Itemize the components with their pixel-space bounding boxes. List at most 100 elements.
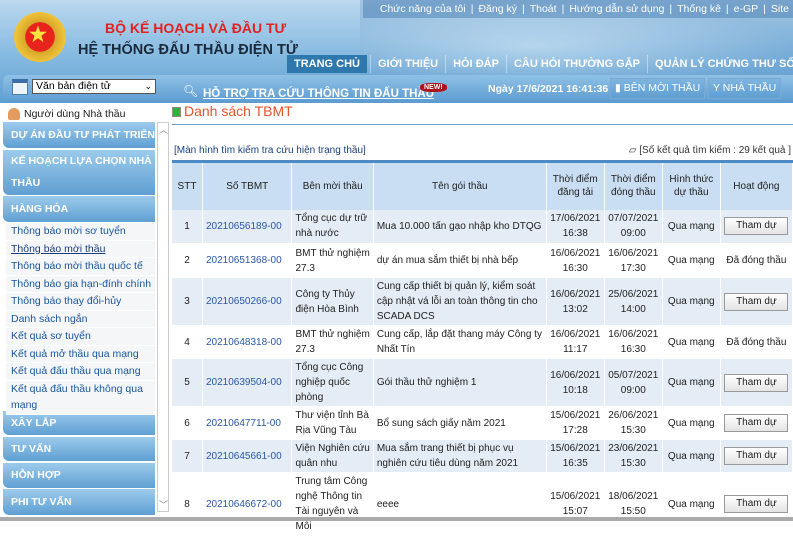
- sidebar-category[interactable]: TƯ VẤN: [3, 437, 155, 461]
- separator: |: [521, 3, 525, 15]
- join-bid-button[interactable]: Tham dự: [724, 447, 789, 465]
- join-bid-button[interactable]: Tham dự: [724, 414, 789, 432]
- posted-time-cell: 15/06/2021 15:07: [546, 472, 605, 536]
- row-number-cell: 1: [172, 209, 203, 244]
- top-link[interactable]: Thống kê: [677, 3, 721, 15]
- procuring-entity-label: BÊN MỜI THẦU: [623, 82, 701, 94]
- bid-form: Qua mạng: [667, 220, 715, 232]
- sidebar-category[interactable]: HỖN HỢP: [3, 463, 155, 488]
- top-link[interactable]: e-GP: [734, 3, 759, 15]
- main-content: Danh sách TBMT [Màn hình tìm kiếm tra cứ…: [172, 103, 793, 536]
- separator: |: [669, 3, 673, 15]
- table-row: 1 20210656189-00 Tổng cục dự trữ nhà nước M…: [172, 209, 793, 244]
- action-cell: Đã đóng thầu: [720, 243, 793, 278]
- procuring-entity-cell: Tổng cục Công nghiệp quốc phòng: [291, 358, 374, 407]
- sidebar-item[interactable]: Thông báo mời thầu: [6, 240, 155, 258]
- top-link[interactable]: Đăng ký: [478, 3, 517, 15]
- row-number: 2: [184, 255, 190, 266]
- sidebar-item[interactable]: Thông báo thay đổi-hủy: [6, 293, 155, 311]
- tender-id-link[interactable]: 20210650266-00: [206, 296, 282, 307]
- tender-id-link-cell: 20210639504-00: [202, 358, 293, 407]
- sidebar-item[interactable]: Kết quả sơ tuyển: [6, 328, 155, 346]
- sidebar-category[interactable]: KẾ HOẠCH LỰA CHỌN NHÀ THẦU: [3, 150, 155, 195]
- sidebar-scrollbar[interactable]: ︿ ﹀: [157, 122, 169, 512]
- scroll-down-icon[interactable]: ﹀: [159, 498, 168, 511]
- sidebar: Người dùng Nhà thầu DỰ ÁN ĐẦU TƯ PHÁT TR…: [0, 105, 170, 521]
- tender-id-link[interactable]: 20210646672-00: [206, 499, 282, 510]
- package-name: dự án mua sắm thiết bị nhà bếp: [376, 255, 519, 266]
- table-row: 3 20210650266-00 Công ty Thủy điện Hòa Bìn…: [172, 277, 793, 326]
- posted-time-cell: 16/06/2021 10:18: [546, 358, 605, 407]
- tender-id-link-cell: 20210656189-00: [202, 209, 293, 244]
- arrow-icon: [172, 107, 181, 117]
- tender-id-link-cell: 20210648318-00: [202, 325, 293, 359]
- tender-id-link[interactable]: 20210639504-00: [206, 377, 282, 388]
- sidebar-category[interactable]: DỰ ÁN ĐẦU TƯ PHÁT TRIỂN: [3, 122, 155, 148]
- tender-id-link[interactable]: 20210651368-00: [206, 255, 282, 266]
- row-number-cell: 2: [172, 243, 203, 278]
- top-link[interactable]: Hướng dẫn sử dụng: [569, 3, 664, 15]
- tender-id-link[interactable]: 20210656189-00: [206, 221, 282, 232]
- nav-tab[interactable]: HỎI ĐÁP: [445, 55, 506, 73]
- package-name: eeee: [376, 498, 400, 510]
- bidder-button[interactable]: Y NHÀ THẦU: [708, 78, 782, 99]
- nav-tab[interactable]: TRANG CHỦ: [287, 55, 367, 73]
- join-bid-button[interactable]: Tham dự: [724, 292, 789, 311]
- procuring-entity: Tổng cục Công nghiệp quốc phòng: [295, 362, 364, 403]
- closing-time-cell: 16/06/2021 16:30: [604, 325, 663, 359]
- document-select[interactable]: Văn bản điện tử ⌄: [32, 79, 156, 94]
- search-screen-link[interactable]: [Màn hình tìm kiếm tra cứu hiện trạng th…: [174, 145, 366, 156]
- row-number: 4: [184, 336, 190, 348]
- org-name: BỘ KẾ HOẠCH VÀ ĐẦU TƯ: [105, 20, 287, 36]
- bidder-icon: Y: [713, 82, 723, 94]
- procuring-entity: Viện Nghiên cứu quân nhu: [295, 443, 370, 469]
- nav-tab[interactable]: CÂU HỎI THƯỜNG GẶP: [505, 55, 647, 73]
- sidebar-item[interactable]: Thông báo gia hạn-đính chính: [6, 275, 155, 293]
- user-name: Người dùng Nhà thầu: [24, 108, 126, 120]
- closing-time-cell: 18/06/2021 15:50: [604, 472, 663, 536]
- sidebar-category[interactable]: HÀNG HÓA: [3, 196, 155, 222]
- bid-form: Qua mạng: [667, 417, 715, 429]
- closing-time: 23/06/2021 15:30: [608, 443, 659, 469]
- nav-tab[interactable]: GIỚI THIỆU: [370, 55, 445, 73]
- scroll-up-icon[interactable]: ︿: [159, 123, 168, 136]
- package-name: Mua 10.000 tấn gạo nhập kho DTQG: [376, 220, 542, 232]
- sidebar-item[interactable]: Danh sách ngắn: [6, 310, 155, 328]
- separator: |: [470, 3, 474, 15]
- procuring-entity-cell: Trung tâm Công nghệ Thông tin Tài nguyên…: [291, 472, 374, 536]
- sidebar-category[interactable]: PHI TƯ VẤN: [3, 489, 155, 515]
- procuring-entity: Thư viện tỉnh Bà Rịa Vũng Tàu: [295, 410, 369, 436]
- join-bid-button[interactable]: Tham dự: [724, 217, 789, 236]
- package-name: Cung cấp, lắp đặt thang máy Công ty Nhất…: [376, 329, 542, 355]
- tender-id-link[interactable]: 20210645661-00: [206, 451, 282, 462]
- support-lookup-link[interactable]: HỖ TRỢ TRA CỨU THÔNG TIN ĐẤU THẦU: [203, 88, 434, 100]
- action-cell: Đã đóng thầu: [720, 325, 793, 359]
- posted-time-cell: 15/06/2021 17:28: [546, 406, 605, 440]
- header: Chức năng của tôi | Đăng ký | Thoát | Hướng dẫ…: [0, 0, 793, 103]
- sidebar-item[interactable]: Kết quả đấu thầu không qua mạng: [6, 380, 155, 415]
- tender-id-link[interactable]: 20210647711-00: [206, 418, 281, 429]
- top-link[interactable]: Site: [771, 3, 789, 15]
- row-number: 3: [184, 296, 190, 307]
- row-number: 7: [184, 450, 190, 462]
- tender-id-link[interactable]: 20210648318-00: [206, 337, 282, 348]
- sidebar-item[interactable]: Kết quả mở thầu qua mạng: [6, 345, 155, 363]
- procuring-entity-cell: Tổng cục dự trữ nhà nước: [291, 209, 374, 244]
- separator: |: [725, 3, 729, 15]
- bid-form: Qua mạng: [667, 296, 715, 307]
- closing-time: 25/06/2021 14:00: [608, 288, 659, 315]
- top-link[interactable]: Thoát: [530, 3, 557, 15]
- horizontal-scrollbar[interactable]: [0, 517, 793, 521]
- sidebar-category[interactable]: XÂY LẮP: [3, 411, 155, 435]
- posted-time-cell: 16/06/2021 16:30: [546, 243, 605, 278]
- join-bid-button[interactable]: Tham dự: [724, 373, 789, 392]
- procuring-entity-button[interactable]: ▮ BÊN MỜI THẦU: [610, 78, 706, 99]
- join-bid-button[interactable]: Tham dự: [724, 495, 789, 513]
- sidebar-item[interactable]: Thông báo mời thầu quốc tế: [6, 258, 155, 276]
- sidebar-item[interactable]: Thông báo mời sơ tuyển: [6, 223, 155, 241]
- sidebar-item[interactable]: Kết quả đấu thầu qua mạng: [6, 363, 155, 381]
- nav-tab[interactable]: QUẢN LÝ CHỨNG THƯ SỐ: [647, 55, 793, 73]
- row-number-cell: 4: [172, 325, 203, 359]
- package-name-cell: Cung cấp thiết bị quản lý, kiểm soát cập…: [373, 277, 547, 326]
- top-link[interactable]: Chức năng của tôi: [380, 3, 466, 15]
